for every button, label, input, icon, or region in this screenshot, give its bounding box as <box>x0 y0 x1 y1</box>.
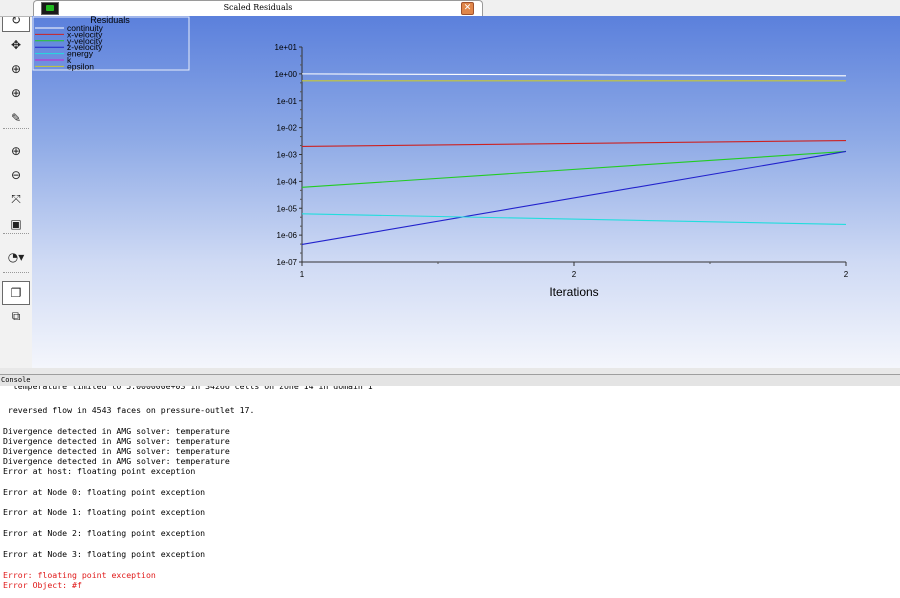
series-line-energy <box>301 213 847 225</box>
y-tick-label: 1e-06 <box>277 231 298 240</box>
console-line: Error at Node 1: floating point exceptio… <box>3 507 206 517</box>
zoom-tool[interactable]: ⊕ <box>4 82 28 104</box>
pan-tool[interactable]: ✥ <box>4 34 28 56</box>
tab-title: Scaled Residuals <box>223 3 293 12</box>
x-tick-label: 2 <box>572 270 577 279</box>
toolbar-separator <box>3 272 29 273</box>
toolbar-separator <box>3 128 29 129</box>
console-error-line: Error Object: #f <box>3 580 82 590</box>
y-tick-label: 1e-01 <box>277 97 298 106</box>
console-line: reversed flow in 4543 faces on pressure-… <box>3 405 255 415</box>
console-error-line: Error: floating point exception <box>3 570 156 580</box>
console-line: Divergence detected in AMG solver: tempe… <box>3 426 230 436</box>
series-line-y-velocity <box>301 150 847 188</box>
tab-scaled-residuals[interactable]: Scaled Residuals ✕ <box>33 0 483 16</box>
screenshot-tool[interactable]: ▣ <box>4 213 28 235</box>
residuals-plot[interactable]: 1e+01 1e+00 1e-01 1e-02 1e-03 1e-04 1e-05 1e-06… <box>32 16 900 368</box>
console-title: Console <box>1 376 31 384</box>
y-tick-label: 1e-07 <box>277 258 298 267</box>
console-line: temperature limited to 5.000000e+03 in 3… <box>3 386 373 391</box>
series-line-z-velocity <box>301 150 847 245</box>
series-line-x-velocity <box>301 140 847 147</box>
console-line: Error at Node 3: floating point exceptio… <box>3 549 206 559</box>
probe-tool[interactable]: ✎ <box>4 107 28 129</box>
y-tick-label: 1e-03 <box>277 151 298 160</box>
toolbar-separator <box>3 233 29 234</box>
console-line: Divergence detected in AMG solver: tempe… <box>3 456 230 466</box>
graphics-toolbar: ↻ ✥ ⊕ ⊕ ✎ ⊕ ⊖ ⤧ ▣ ◔▾ ❐ ⧉ <box>0 0 33 368</box>
legend-label-epsilon: epsilon <box>67 61 94 71</box>
x-axis-label: Iterations <box>549 285 598 299</box>
y-tick-label: 1e+00 <box>275 70 298 79</box>
copy-tool[interactable]: ⧉ <box>4 305 28 327</box>
console-line: Error at host: floating point exception <box>3 466 196 476</box>
residuals-chart: 1e+01 1e+00 1e-01 1e-02 1e-03 1e-04 1e-05 1e-06… <box>32 16 849 299</box>
x-tick-label: 2 <box>844 270 849 279</box>
console-line: Divergence detected in AMG solver: tempe… <box>3 436 230 446</box>
legend: Residualscontinuityx-velocityy-velocityz… <box>32 16 190 71</box>
zoom-in-tool[interactable]: ⊕ <box>4 140 28 162</box>
graphics-tab-bar: Scaled Residuals ✕ <box>0 0 900 17</box>
zoom-to-fit-tool[interactable]: ⊕ <box>4 58 28 80</box>
console-line: Divergence detected in AMG solver: tempe… <box>3 446 230 456</box>
y-tick-label: 1e-02 <box>277 124 298 133</box>
series-line-continuity <box>301 73 847 77</box>
view-options-tool[interactable]: ◔▾ <box>4 246 28 268</box>
console-output[interactable]: temperature limited to 5.000000e+03 in 3… <box>0 386 900 598</box>
y-tick-label: 1e-04 <box>277 177 298 186</box>
zoom-out-tool[interactable]: ⊖ <box>4 164 28 186</box>
layout-tool[interactable]: ❐ <box>2 281 30 305</box>
console-line: Error at Node 0: floating point exceptio… <box>3 487 206 497</box>
close-icon[interactable]: ✕ <box>461 2 474 15</box>
axes-tool[interactable]: ⤧ <box>4 188 28 210</box>
y-tick-label: 1e+01 <box>275 43 298 52</box>
console-line: Error at Node 2: floating point exceptio… <box>3 528 206 538</box>
x-tick-label: 1 <box>300 270 305 279</box>
y-tick-label: 1e-05 <box>277 204 298 213</box>
